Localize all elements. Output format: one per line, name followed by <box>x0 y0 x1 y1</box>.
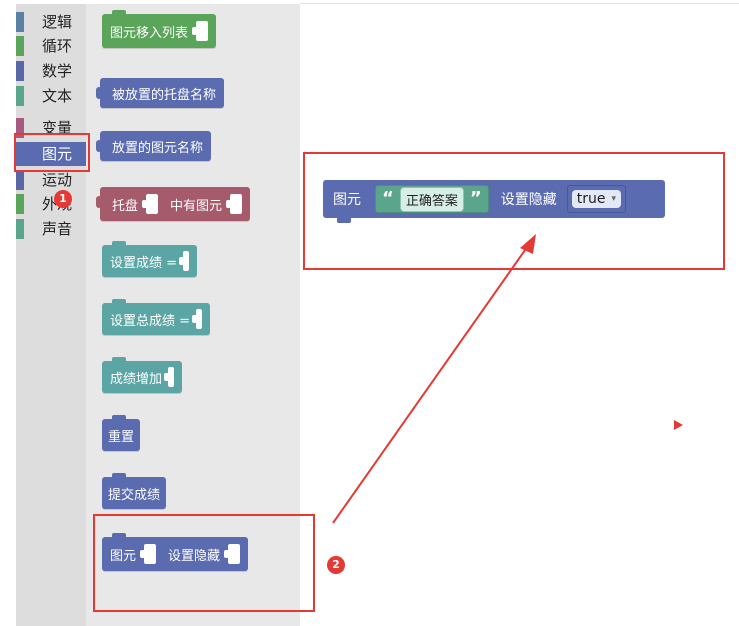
annotation-arrows <box>332 234 683 524</box>
play-marker-icon <box>674 420 683 430</box>
arrow-head-icon <box>520 234 536 254</box>
blockly-editor: 逻辑 循环 数学 文本 变量 图元 运动 外观 <box>0 0 739 626</box>
arrow-line <box>332 242 531 524</box>
